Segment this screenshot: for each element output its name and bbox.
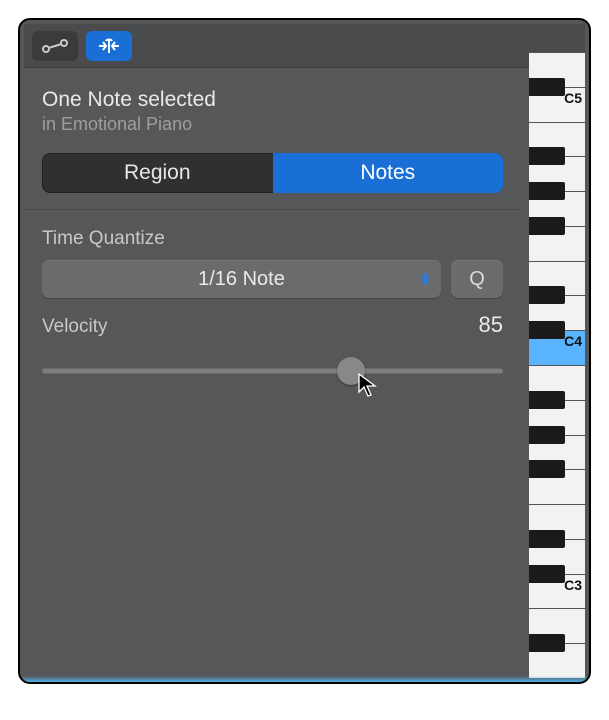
black-key[interactable] [529, 78, 565, 96]
automation-toggle[interactable] [32, 31, 78, 61]
selection-subtitle: in Emotional Piano [42, 114, 503, 135]
velocity-slider[interactable] [42, 356, 503, 386]
flex-toggle[interactable] [86, 31, 132, 61]
slider-track [42, 369, 503, 374]
time-quantize-popup[interactable]: 1/16 Note ▴▾ [42, 260, 441, 298]
black-key[interactable] [529, 182, 565, 200]
slider-thumb[interactable] [337, 357, 365, 385]
tab-notes[interactable]: Notes [273, 153, 504, 193]
key-label: C3 [564, 577, 582, 593]
key-label: C4 [564, 333, 582, 349]
key-label: C5 [564, 90, 582, 106]
flex-icon [95, 37, 123, 55]
black-key[interactable] [529, 460, 565, 478]
black-key[interactable] [529, 426, 565, 444]
black-key[interactable] [529, 530, 565, 548]
inspector-panel: One Note selected in Emotional Piano Reg… [24, 68, 521, 678]
velocity-label: Velocity [42, 316, 107, 338]
black-key[interactable] [529, 634, 565, 652]
window-bottom-edge [20, 676, 589, 682]
black-key[interactable] [529, 565, 565, 583]
quantize-button[interactable]: Q [451, 260, 503, 298]
black-key[interactable] [529, 147, 565, 165]
black-key[interactable] [529, 391, 565, 409]
tab-region[interactable]: Region [42, 153, 273, 193]
black-key[interactable] [529, 286, 565, 304]
black-key[interactable] [529, 217, 565, 235]
automation-icon [41, 38, 69, 54]
toolbar [24, 24, 585, 68]
velocity-value: 85 [479, 312, 503, 338]
inspector-tabs: Region Notes [42, 153, 503, 193]
time-quantize-label: Time Quantize [42, 228, 503, 250]
divider [24, 209, 521, 210]
time-quantize-value: 1/16 Note [198, 268, 285, 291]
selection-title: One Note selected [42, 88, 503, 112]
updown-icon: ▴▾ [421, 271, 429, 287]
black-key[interactable] [529, 321, 565, 339]
piano-ruler: C5 C4 C3 [521, 68, 585, 678]
piano-keyboard[interactable]: C5 C4 C3 [529, 68, 585, 678]
